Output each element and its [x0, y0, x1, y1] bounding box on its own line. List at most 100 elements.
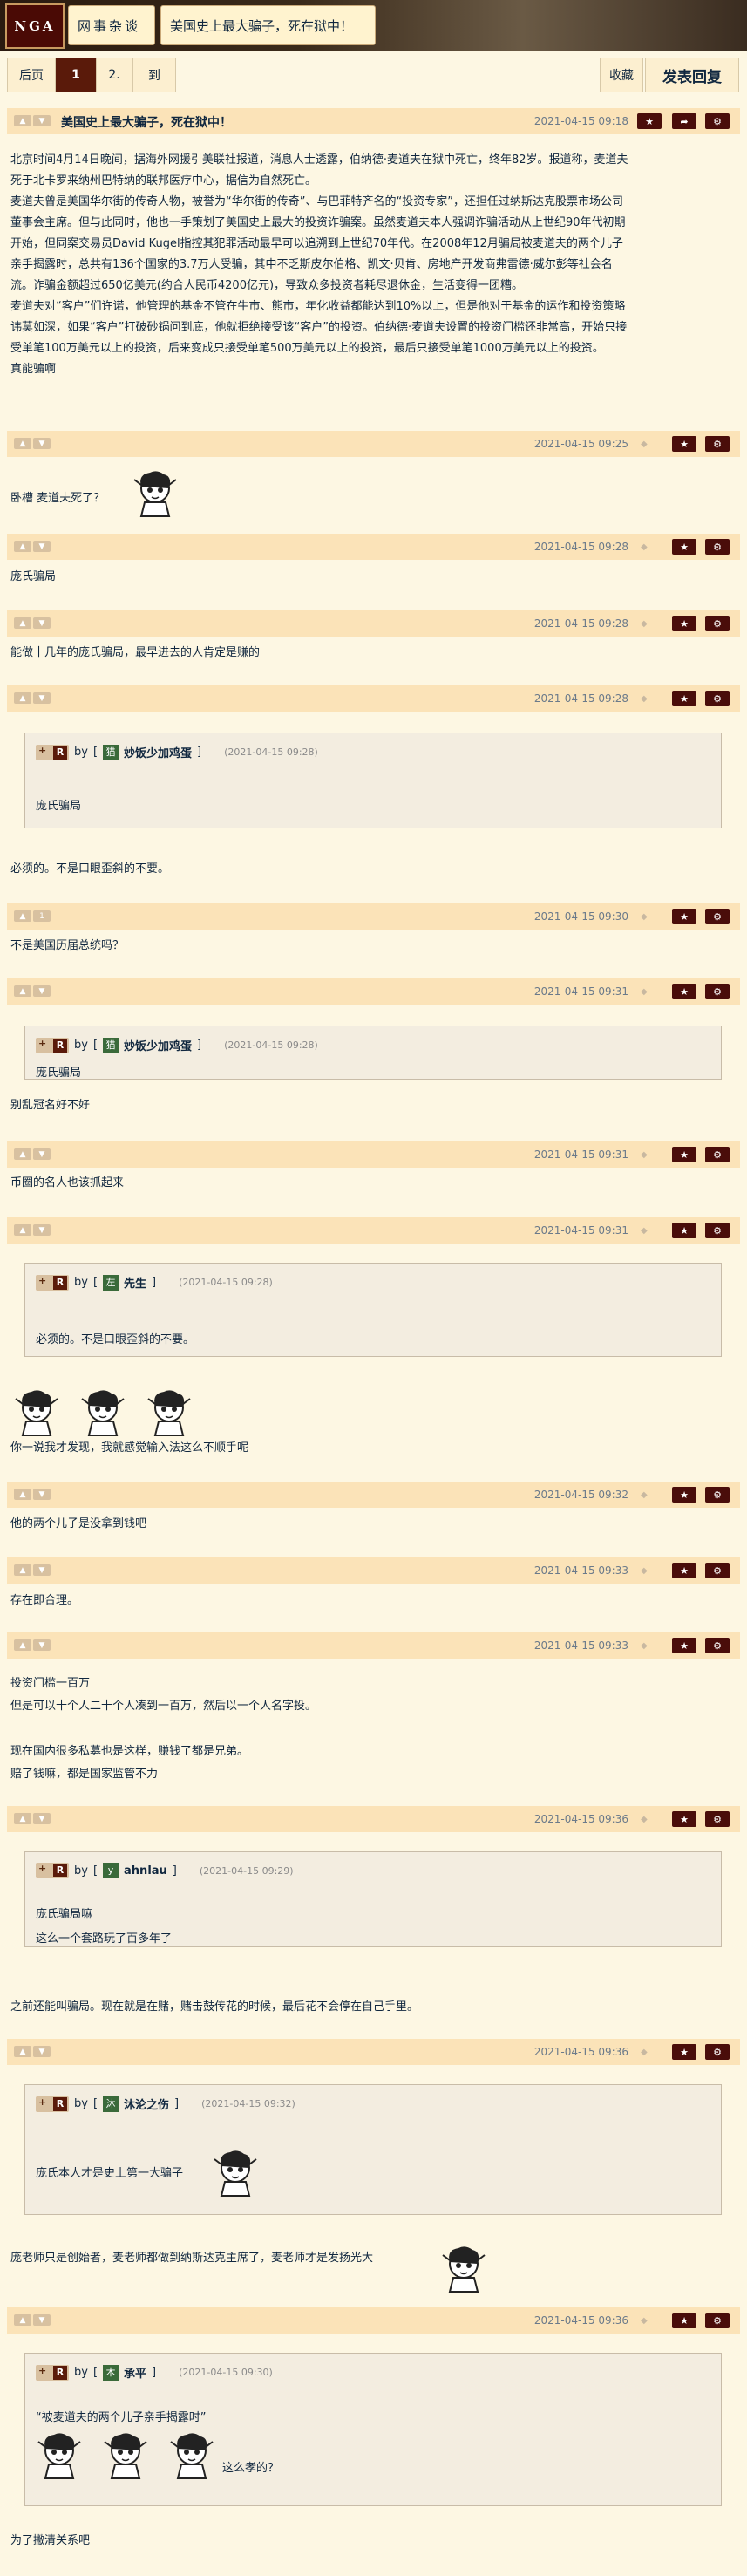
page-1-button[interactable]: 1 — [56, 58, 96, 92]
thumbs-down-icon[interactable]: ▼ — [33, 1224, 51, 1236]
quote-tag[interactable]: + R — [36, 2364, 69, 2381]
reply-text: 币圈的名人也该抓起来 — [10, 1176, 125, 1189]
thumbs-up-icon[interactable]: ▲ — [14, 1489, 31, 1500]
gear-icon[interactable]: ⚙ — [705, 909, 730, 924]
star-icon[interactable]: ★ — [672, 1563, 696, 1578]
star-icon[interactable]: ★ — [672, 436, 696, 452]
site-logo[interactable]: NGA — [5, 3, 65, 49]
quote-user-name[interactable]: ahnlau — [124, 1864, 167, 1877]
favorite-button[interactable]: 收藏 — [600, 58, 643, 92]
star-icon[interactable]: ★ — [672, 691, 696, 706]
goto-page-button[interactable]: 到 — [132, 58, 176, 92]
star-icon[interactable]: ★ — [637, 113, 662, 129]
star-icon[interactable]: ★ — [672, 1811, 696, 1827]
quote-tag[interactable]: + R — [36, 2096, 69, 2112]
thumbs-down-icon[interactable]: ▼ — [33, 438, 51, 449]
thumbs-up-icon[interactable]: ▲ — [14, 1813, 31, 1824]
star-icon[interactable]: ★ — [672, 984, 696, 999]
post-time: 2021-04-15 09:28 — [533, 617, 628, 630]
star-icon[interactable]: ★ — [672, 539, 696, 555]
gear-icon[interactable]: ⚙ — [705, 691, 730, 706]
quote-by-label: by — [74, 746, 88, 759]
thumbs-up-icon[interactable]: ▲ — [14, 1148, 31, 1160]
share-icon[interactable]: ➦ — [672, 113, 696, 129]
sticker-icon — [145, 1387, 194, 1439]
thumbs-down-icon[interactable]: ▼ — [33, 1564, 51, 1576]
quote-tag[interactable]: + R — [36, 1274, 69, 1291]
star-icon[interactable]: ★ — [672, 2044, 696, 2060]
post-time: 2021-04-15 09:25 — [533, 438, 628, 450]
star-icon[interactable]: ★ — [672, 1147, 696, 1162]
location-icon: ◆ — [641, 912, 648, 922]
gear-icon[interactable]: ⚙ — [705, 436, 730, 452]
location-icon: ◆ — [641, 1641, 648, 1651]
vote-buttons: ▲ ▼ — [14, 617, 51, 629]
thumbs-down-icon[interactable]: ▼ — [33, 692, 51, 704]
reply-header: ▲ ▼ 2021-04-15 09:33 ◆ ★ ⚙ — [7, 1632, 740, 1659]
reply-button[interactable]: 发表回复 — [645, 58, 739, 92]
thumbs-up-icon[interactable]: ▲ — [14, 115, 31, 126]
thumbs-down-icon[interactable]: ▼ — [33, 1148, 51, 1160]
gear-icon[interactable]: ⚙ — [705, 616, 730, 631]
thumbs-up-icon[interactable]: ▲ — [14, 2314, 31, 2326]
thumbs-up-icon[interactable]: ▲ — [14, 985, 31, 997]
thumbs-down-icon[interactable]: ▼ — [33, 1639, 51, 1651]
thumbs-down-icon[interactable]: ▼ — [33, 115, 51, 126]
quote-tag[interactable]: + R — [36, 1037, 69, 1053]
star-icon[interactable]: ★ — [672, 2313, 696, 2328]
thumbs-up-icon[interactable]: ▲ — [14, 910, 31, 922]
gear-icon[interactable]: ⚙ — [705, 1638, 730, 1653]
prev-page-button[interactable]: 后页 — [7, 58, 56, 92]
thumbs-down-icon[interactable]: ▼ — [33, 985, 51, 997]
star-icon[interactable]: ★ — [672, 909, 696, 924]
gear-icon[interactable]: ⚙ — [705, 1811, 730, 1827]
thumbs-down-icon[interactable]: ▼ — [33, 2046, 51, 2057]
thumbs-up-icon[interactable]: ▲ — [14, 1564, 31, 1576]
page-2-button[interactable]: 2. — [96, 58, 132, 92]
gear-icon[interactable]: ⚙ — [705, 1487, 730, 1503]
thumbs-up-icon[interactable]: ▲ — [14, 1639, 31, 1651]
star-icon[interactable]: ★ — [672, 1223, 696, 1238]
gear-icon[interactable]: ⚙ — [705, 2313, 730, 2328]
star-icon[interactable]: ★ — [672, 1638, 696, 1653]
thumbs-up-icon[interactable]: ▲ — [14, 1224, 31, 1236]
gear-icon[interactable]: ⚙ — [705, 1147, 730, 1162]
op-line: 北京时间4月14日晚间，据海外网援引美联社报道，消息人士透露，伯纳德·麦道夫在狱… — [10, 153, 628, 167]
gear-icon[interactable]: ⚙ — [705, 113, 730, 129]
gear-icon[interactable]: ⚙ — [705, 984, 730, 999]
thumbs-down-icon[interactable]: ▼ — [33, 1489, 51, 1500]
gear-icon[interactable]: ⚙ — [705, 539, 730, 555]
star-icon[interactable]: ★ — [672, 1487, 696, 1503]
quote-header: + Rby[沐沐沦之伤] (2021-04-15 09:32) — [36, 2096, 295, 2112]
reply-text: 不是美国历届总统吗？ — [10, 939, 125, 952]
quote-text: 必须的。不是口眼歪斜的不要。 — [36, 1333, 195, 1346]
quote-tag[interactable]: + R — [36, 744, 69, 760]
op-line: 流。诈骗金额超过650亿美元(约合人民币4200亿元)，导致众多投资者耗尽退休金… — [10, 279, 524, 292]
breadcrumb-thread[interactable]: 美国史上最大骗子，死在狱中！ — [160, 5, 376, 45]
thumbs-down-icon[interactable]: ▼ — [33, 617, 51, 629]
thumbs-up-icon[interactable]: ▲ — [14, 617, 31, 629]
thumbs-down-icon[interactable]: ▼ — [33, 2314, 51, 2326]
thumbs-down-icon[interactable]: ▼ — [33, 1813, 51, 1824]
thumbs-up-icon[interactable]: ▲ — [14, 692, 31, 704]
gear-icon[interactable]: ⚙ — [705, 1223, 730, 1238]
breadcrumb-forum[interactable]: 网事杂谈 — [68, 5, 155, 45]
quote-user-name[interactable]: 承平 — [124, 2364, 146, 2381]
quote-by-label: by — [74, 1276, 88, 1289]
thumbs-up-icon[interactable]: ▲ — [14, 438, 31, 449]
quote-by-label: by — [74, 2097, 88, 2110]
reply-text: 必须的。不是口眼歪斜的不要。 — [10, 862, 170, 876]
thumbs-down-icon[interactable]: ▼ — [33, 541, 51, 552]
quote-user-name[interactable]: 沐沦之伤 — [124, 2096, 169, 2112]
gear-icon[interactable]: ⚙ — [705, 2044, 730, 2060]
gear-icon[interactable]: ⚙ — [705, 1563, 730, 1578]
thumbs-up-icon[interactable]: ▲ — [14, 541, 31, 552]
thumbs-up-icon[interactable]: ▲ — [14, 2046, 31, 2057]
quote-header: + Rby[木承平] (2021-04-15 09:30) — [36, 2364, 273, 2381]
quote-tag[interactable]: + R — [36, 1863, 69, 1878]
quote-time: (2021-04-15 09:28) — [224, 1039, 318, 1051]
quote-user-name[interactable]: 妙饭少加鸡蛋 — [124, 1037, 192, 1053]
star-icon[interactable]: ★ — [672, 616, 696, 631]
quote-user-name[interactable]: 先生 — [124, 1274, 146, 1291]
quote-user-name[interactable]: 妙饭少加鸡蛋 — [124, 744, 192, 760]
